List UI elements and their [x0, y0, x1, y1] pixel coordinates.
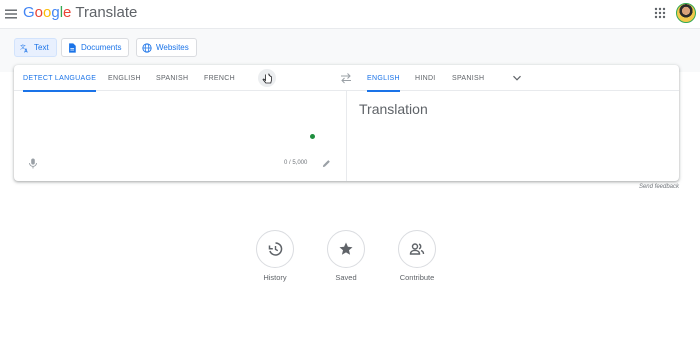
contribute-button[interactable]	[398, 230, 436, 268]
status-dot	[310, 134, 315, 139]
target-lang-english[interactable]: ENGLISH	[367, 65, 400, 92]
apps-grid-icon[interactable]	[654, 7, 666, 19]
source-lang-detect[interactable]: DETECT LANGUAGE	[23, 65, 97, 92]
logo-letter: e	[63, 4, 72, 21]
logo-letter: G	[23, 4, 35, 21]
people-icon	[409, 243, 425, 255]
top-bar: Google Translate	[0, 0, 700, 29]
microphone-icon[interactable]	[28, 158, 38, 169]
language-bar: DETECT LANGUAGE ENGLISH SPANISH FRENCH E…	[14, 65, 679, 92]
translation-card: DETECT LANGUAGE ENGLISH SPANISH FRENCH E…	[14, 65, 679, 181]
document-icon	[69, 42, 76, 53]
target-lang-spanish[interactable]: SPANISH	[452, 65, 484, 91]
swap-languages-icon[interactable]	[340, 72, 352, 84]
logo-letter: o	[34, 4, 44, 21]
tab-documents[interactable]: Documents	[61, 38, 130, 57]
tab-websites-label: Websites	[156, 43, 189, 52]
history-icon	[268, 242, 283, 256]
target-lang-hindi[interactable]: HINDI	[415, 65, 436, 91]
hamburger-menu-icon[interactable]	[3, 6, 19, 22]
source-lang-spanish[interactable]: SPANISH	[156, 65, 188, 91]
logo-letter: g	[51, 4, 60, 21]
pencil-icon[interactable]	[322, 159, 331, 168]
tab-documents-label: Documents	[81, 43, 122, 52]
history-button[interactable]	[256, 230, 294, 268]
translation-output: Translation	[359, 101, 428, 117]
star-icon	[339, 242, 353, 255]
tab-websites[interactable]: Websites	[136, 38, 197, 57]
send-feedback-link[interactable]: Send feedback	[600, 184, 679, 190]
tab-text-label: Text	[34, 43, 49, 52]
saved-action[interactable]: Saved	[316, 230, 376, 282]
contribute-action[interactable]: Contribute	[387, 230, 447, 282]
svg-text:A: A	[24, 48, 28, 52]
history-action[interactable]: History	[245, 230, 305, 282]
source-lang-english[interactable]: ENGLISH	[108, 65, 141, 91]
avatar[interactable]	[676, 3, 696, 23]
saved-button[interactable]	[327, 230, 365, 268]
source-lang-french[interactable]: FRENCH	[204, 65, 235, 91]
saved-label: Saved	[335, 273, 357, 282]
chevron-down-icon[interactable]	[512, 73, 522, 83]
history-label: History	[263, 273, 287, 282]
source-text-input[interactable]	[22, 99, 322, 149]
target-panel: Translation	[347, 91, 679, 181]
globe-icon	[142, 42, 152, 53]
contribute-label: Contribute	[399, 273, 435, 282]
hand-cursor-icon	[262, 73, 272, 84]
translate-text-icon: 文 A	[20, 43, 28, 53]
tab-text[interactable]: 文 A Text	[14, 38, 57, 57]
character-count: 0 / 5,000	[284, 160, 308, 166]
hover-highlight	[258, 69, 276, 87]
product-name: Translate	[75, 4, 138, 21]
source-panel: 0 / 5,000	[14, 91, 346, 181]
google-translate-logo[interactable]: Google Translate	[23, 4, 137, 22]
